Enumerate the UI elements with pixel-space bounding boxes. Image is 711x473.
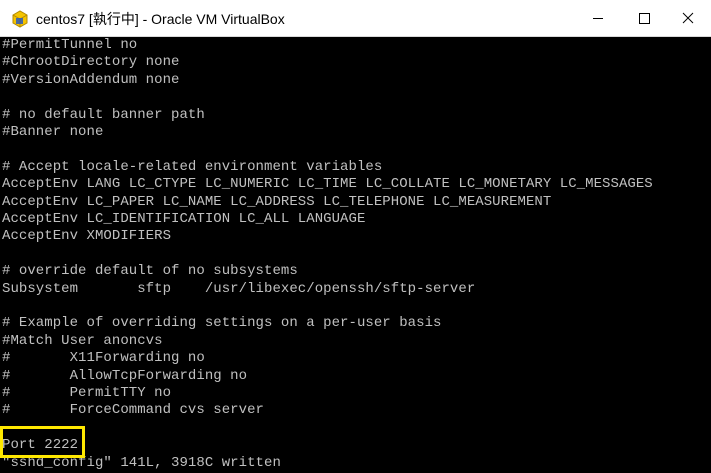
terminal-line: #Match User anoncvs [2, 333, 163, 349]
terminal-line: #Banner none [2, 124, 104, 140]
terminal-line: # Example of overriding settings on a pe… [2, 315, 442, 331]
window-title: centos7 [執行中] - Oracle VM VirtualBox [36, 11, 285, 27]
terminal-line: #PermitTunnel no [2, 37, 138, 53]
terminal-line: # no default banner path [2, 107, 205, 123]
terminal-line: #ChrootDirectory none [2, 54, 180, 70]
terminal-screen[interactable]: #PermitTunnel no #ChrootDirectory none #… [0, 37, 711, 473]
close-icon [682, 12, 694, 24]
maximize-icon [639, 13, 650, 24]
terminal-line: # Accept locale-related environment vari… [2, 159, 383, 175]
minimize-button[interactable] [575, 0, 621, 36]
virtualbox-window: centos7 [執行中] - Oracle VM VirtualBox #Pe… [0, 0, 711, 473]
port-highlight-box [0, 426, 85, 458]
maximize-button[interactable] [621, 0, 667, 36]
terminal-line: AcceptEnv LC_IDENTIFICATION LC_ALL LANGU… [2, 211, 366, 227]
terminal-line: Subsystem sftp /usr/libexec/openssh/sftp… [2, 281, 476, 297]
terminal-line: AcceptEnv XMODIFIERS [2, 228, 172, 244]
terminal-line: # X11Forwarding no [2, 350, 205, 366]
terminal-line: #VersionAddendum none [2, 72, 180, 88]
terminal-line: # override default of no subsystems [2, 263, 298, 279]
minimize-icon [593, 18, 603, 19]
terminal-line: AcceptEnv LANG LC_CTYPE LC_NUMERIC LC_TI… [2, 176, 653, 192]
close-button[interactable] [665, 0, 711, 36]
title-bar[interactable]: centos7 [執行中] - Oracle VM VirtualBox [0, 0, 711, 37]
terminal-line: # ForceCommand cvs server [2, 402, 264, 418]
virtualbox-icon [10, 9, 30, 29]
terminal-line: # AllowTcpForwarding no [2, 368, 248, 384]
terminal-line: # PermitTTY no [2, 385, 172, 401]
terminal-line: AcceptEnv LC_PAPER LC_NAME LC_ADDRESS LC… [2, 194, 552, 210]
